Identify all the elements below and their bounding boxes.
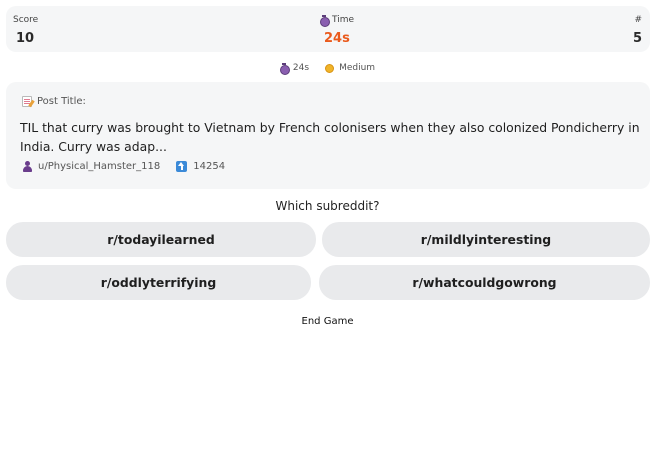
user-icon [22,161,32,172]
timer-icon [320,15,330,27]
round-meta: 24s Medium [0,61,655,75]
memo-icon [22,96,32,107]
stats-bar: Score 10 Time 24s # 5 [6,6,650,52]
score-label: Score [13,15,39,25]
choice-button-oddlyterrifying[interactable]: r/oddlyterrifying [6,265,311,300]
question-number-label: # [634,15,642,25]
upvote-icon [176,161,188,172]
difficulty-badge: Medium [325,63,375,73]
end-game-button[interactable]: End Game [0,316,655,327]
choice-button-todayilearned[interactable]: r/todayilearned [6,222,316,257]
post-meta: u/Physical_Hamster_118 14254 [22,161,225,172]
choice-button-whatcouldgowrong[interactable]: r/whatcouldgowrong [319,265,650,300]
round-timer: 24s [279,63,309,75]
score-value: 10 [16,31,35,46]
question-number-value: 5 [632,31,642,46]
timer-icon [279,63,290,75]
time-label: Time [320,15,354,27]
choice-button-mildlyinteresting[interactable]: r/mildlyinteresting [322,222,650,257]
post-title-label: Post Title: [22,96,86,107]
post-author: u/Physical_Hamster_118 [22,161,160,172]
difficulty-coin-icon [325,63,335,73]
post-card: Post Title: TIL that curry was brought t… [6,82,650,189]
post-upvotes: 14254 [176,161,225,172]
post-title: TIL that curry was brought to Vietnam by… [20,120,640,154]
question-prompt: Which subreddit? [275,199,380,213]
time-value: 24s [324,31,350,46]
